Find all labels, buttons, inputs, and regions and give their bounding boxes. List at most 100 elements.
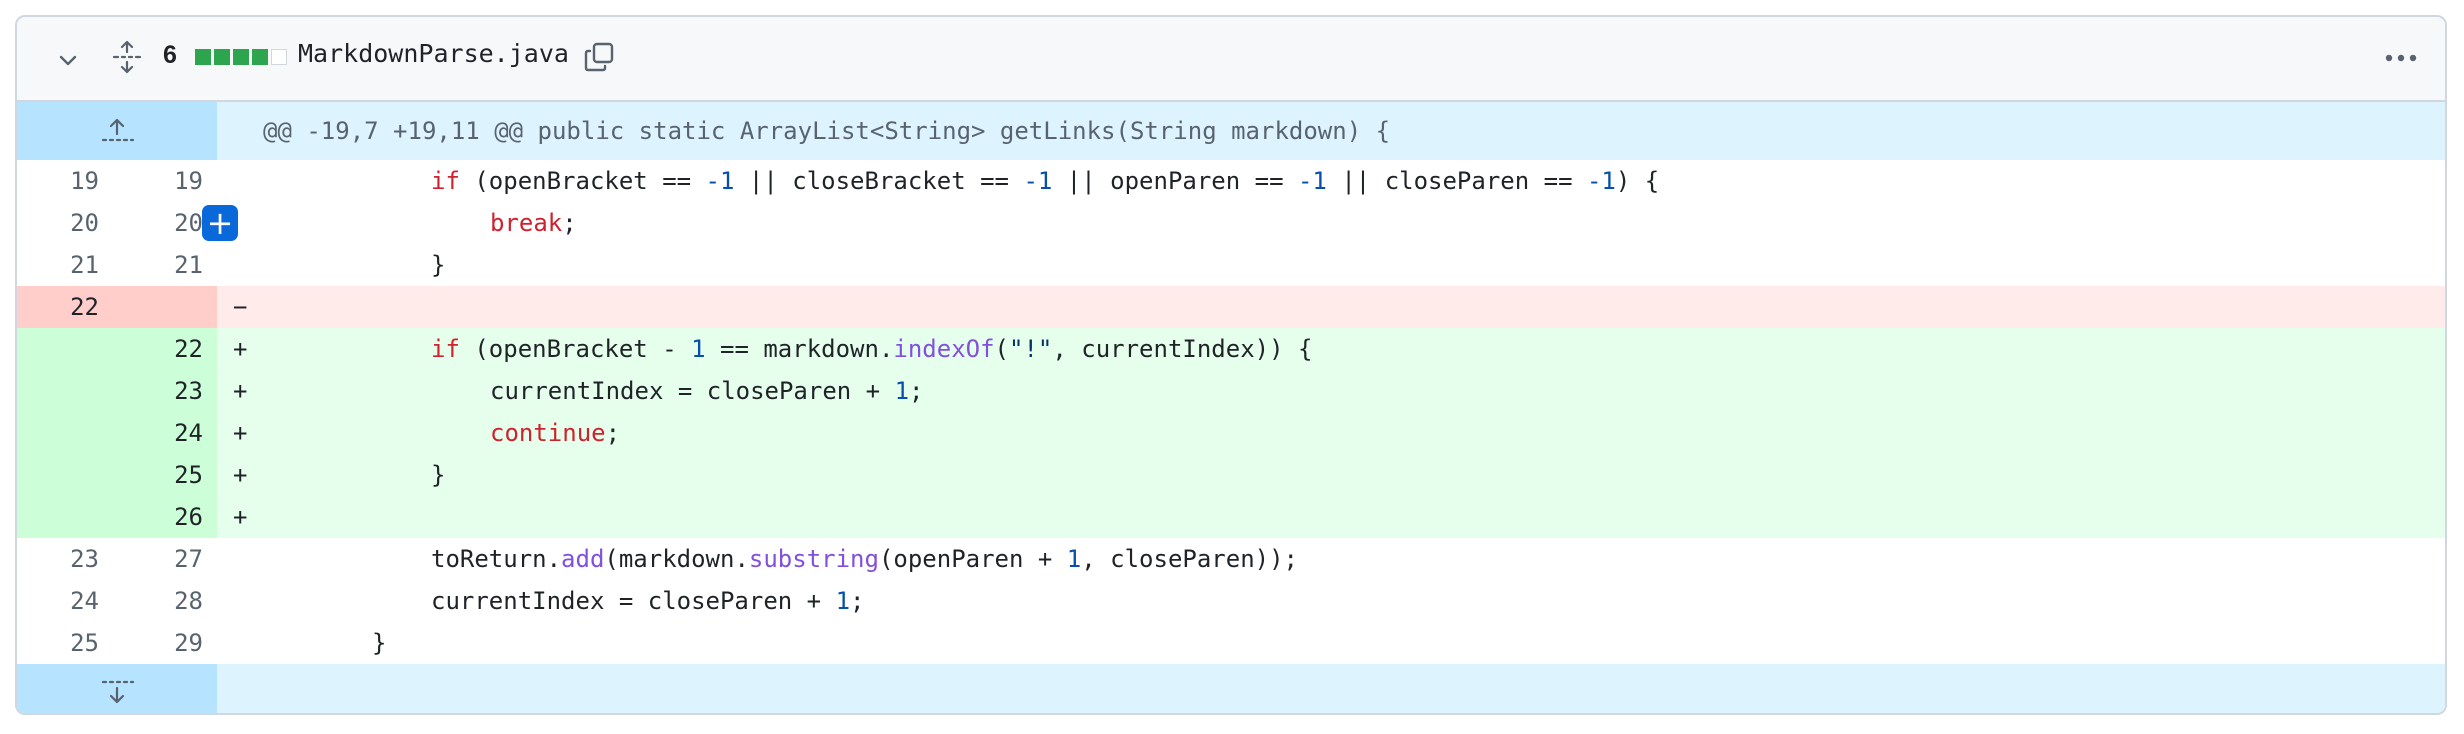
code-token: ) {: [1615, 167, 1660, 195]
new-line-number[interactable]: 27: [117, 538, 217, 580]
old-line-number[interactable]: 23: [17, 538, 117, 580]
new-line-number[interactable]: 22: [117, 328, 217, 370]
number: -1: [1297, 167, 1327, 195]
code-text: }: [372, 629, 387, 657]
code-text: if (openBracket == -1 || closeBracket ==…: [431, 160, 1659, 202]
code-text: continue;: [490, 412, 620, 454]
new-line-number[interactable]: 23: [117, 370, 217, 412]
code-text: }: [431, 251, 446, 279]
code-text: currentIndex = closeParen + 1;: [431, 580, 864, 622]
diff-line: 23 27 toReturn.add(markdown.substring(op…: [17, 538, 2445, 580]
diffstat-block: [195, 49, 211, 65]
code-text: break;: [490, 202, 577, 244]
old-line-number[interactable]: 24: [17, 580, 117, 622]
diff-line: 24 28 currentIndex = closeParen + 1;: [17, 580, 2445, 622]
code-token: ;: [909, 377, 924, 405]
diff-marker: +: [233, 503, 248, 531]
code-cell: + if (openBracket - 1 == markdown.indexO…: [217, 328, 2445, 370]
code-token: ;: [850, 587, 865, 615]
old-line-number[interactable]: [17, 496, 117, 538]
code-token: (openBracket ==: [459, 167, 706, 195]
new-line-number[interactable]: 26: [117, 496, 217, 538]
diffstat-block: [252, 49, 268, 65]
code-cell: toReturn.add(markdown.substring(openPare…: [217, 538, 2445, 580]
old-line-number[interactable]: 19: [17, 160, 117, 202]
code-cell: if (openBracket == -1 || closeBracket ==…: [217, 160, 2445, 202]
new-line-number[interactable]: [117, 286, 217, 328]
code-token: ;: [562, 209, 577, 237]
number: -1: [1023, 167, 1053, 195]
code-token: || closeParen ==: [1326, 167, 1587, 195]
hunk-header-row: @@ -19,7 +19,11 @@ public static ArrayLi…: [17, 102, 2445, 160]
code-text: currentIndex = closeParen + 1;: [490, 370, 923, 412]
diff-marker: +: [233, 419, 248, 447]
expand-up-icon[interactable]: [17, 102, 217, 160]
code-token: , currentIndex)) {: [1052, 335, 1313, 363]
code-text: if (openBracket - 1 == markdown.indexOf(…: [431, 328, 1312, 370]
diff-line: 21 21 }: [17, 244, 2445, 286]
code-cell: + continue;: [217, 412, 2445, 454]
keyword: break: [490, 209, 563, 237]
keyword: if: [431, 167, 460, 195]
string-literal: "!": [1009, 335, 1053, 363]
code-cell: +: [217, 496, 2445, 538]
keyword: if: [431, 335, 460, 363]
code-token: , closeParen));: [1081, 545, 1298, 573]
code-text: }: [431, 461, 446, 489]
code-cell: + }: [217, 454, 2445, 496]
added-line: 26 +: [17, 496, 2445, 538]
diff-line: 19 19 if (openBracket == -1 || closeBrac…: [17, 160, 2445, 202]
code-cell: }: [217, 244, 2445, 286]
kebab-menu-icon[interactable]: [2381, 43, 2421, 73]
new-line-number[interactable]: 24: [117, 412, 217, 454]
added-line: 23 + currentIndex = closeParen + 1;: [17, 370, 2445, 412]
old-line-number[interactable]: [17, 370, 117, 412]
new-line-number[interactable]: 21: [117, 244, 217, 286]
code-cell: −: [217, 286, 2445, 328]
new-line-number[interactable]: 28: [117, 580, 217, 622]
old-line-number[interactable]: [17, 412, 117, 454]
keyword: continue: [490, 419, 606, 447]
code-token: (markdown.: [604, 545, 749, 573]
file-header: 6 MarkdownParse.java: [17, 17, 2445, 102]
collapse-chevron-icon[interactable]: [51, 43, 85, 77]
add-comment-button[interactable]: +: [202, 205, 238, 241]
number: 1: [835, 587, 851, 615]
code-cell: break;: [217, 202, 2445, 244]
code-cell: + currentIndex = closeParen + 1;: [217, 370, 2445, 412]
code-token: || openParen ==: [1052, 167, 1298, 195]
old-line-number[interactable]: 21: [17, 244, 117, 286]
diffstat-block: [233, 49, 249, 65]
code-token: currentIndex = closeParen +: [431, 587, 836, 615]
diff-marker: −: [233, 293, 248, 321]
expand-all-icon[interactable]: [107, 37, 147, 77]
diff-marker: +: [233, 377, 248, 405]
code-cell: }: [217, 622, 2445, 664]
code-text: toReturn.add(markdown.substring(openPare…: [431, 538, 1298, 580]
hunk-header-text: @@ -19,7 +19,11 @@ public static ArrayLi…: [263, 117, 1391, 145]
function-name: substring: [748, 545, 879, 573]
new-line-number[interactable]: 25: [117, 454, 217, 496]
code-token: currentIndex = closeParen +: [490, 377, 895, 405]
function-name: add: [561, 545, 605, 573]
code-token: (openParen +: [878, 545, 1067, 573]
diff-line: 20 20 + break;: [17, 202, 2445, 244]
old-line-number[interactable]: [17, 328, 117, 370]
number: -1: [1586, 167, 1616, 195]
file-name[interactable]: MarkdownParse.java: [298, 39, 569, 68]
function-name: indexOf: [893, 335, 995, 363]
added-line: 25 + }: [17, 454, 2445, 496]
expand-down-icon[interactable]: [17, 664, 217, 713]
number: 1: [894, 377, 910, 405]
old-line-number[interactable]: 25: [17, 622, 117, 664]
diffstat-block: [271, 49, 287, 65]
old-line-number[interactable]: 20: [17, 202, 117, 244]
added-line: 24 + continue;: [17, 412, 2445, 454]
old-line-number[interactable]: 22: [17, 286, 117, 328]
new-line-number[interactable]: 29: [117, 622, 217, 664]
copy-path-icon[interactable]: [581, 39, 617, 75]
code-token: || closeBracket ==: [734, 167, 1024, 195]
number: 1: [1066, 545, 1082, 573]
old-line-number[interactable]: [17, 454, 117, 496]
new-line-number[interactable]: 19: [117, 160, 217, 202]
